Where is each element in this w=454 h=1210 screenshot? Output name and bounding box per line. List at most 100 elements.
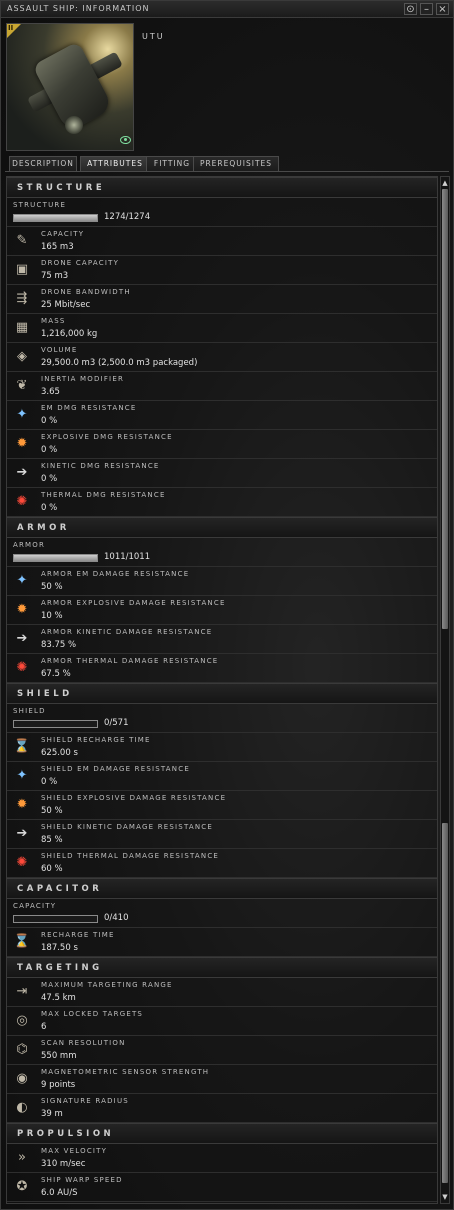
attribute-value: 67.5 % [41, 669, 71, 679]
explosive-resistance-icon: ✹ [16, 602, 28, 617]
attribute-label: MASS [41, 317, 66, 325]
em-resistance-icon: ✦ [16, 573, 28, 588]
attribute-row[interactable]: ◐ SIGNATURE RADIUS 39 m [7, 1094, 437, 1123]
attribute-row[interactable]: ❦ INERTIA MODIFIER 3.65 [7, 372, 437, 401]
attribute-row[interactable]: ➔ SHIELD KINETIC DAMAGE RESISTANCE 85 % [7, 820, 437, 849]
attribute-row[interactable]: ➔ KINETIC DMG RESISTANCE 0 % [7, 459, 437, 488]
attribute-value: 9 points [41, 1080, 76, 1090]
explosive-resistance-icon: ✹ [16, 797, 28, 812]
attribute-row[interactable]: ◉ MAGNETOMETRIC SENSOR STRENGTH 9 points [7, 1065, 437, 1094]
ship-engine-shape [65, 116, 83, 134]
attribute-value: 0 % [41, 474, 58, 484]
attribute-row[interactable]: ✎ CAPACITY 165 m3 [7, 227, 437, 256]
structure-bar-row: STRUCTURE 1274/1274 [7, 198, 437, 227]
attribute-row[interactable]: ➔ ARMOR KINETIC DAMAGE RESISTANCE 83.75 % [7, 625, 437, 654]
attribute-row[interactable]: ⌬ SCAN RESOLUTION 550 mm [7, 1036, 437, 1065]
attribute-label: KINETIC DMG RESISTANCE [41, 462, 160, 470]
thermal-resistance-icon: ✺ [16, 494, 28, 509]
mass-icon: ▦ [15, 320, 29, 335]
show-in-view-eye-icon[interactable] [120, 136, 131, 144]
minimize-button[interactable]: – [420, 3, 433, 15]
armor-bar-value: 1011/1011 [104, 552, 151, 562]
scroll-up-arrow-icon[interactable]: ▲ [441, 178, 449, 188]
attribute-label: SHIELD THERMAL DAMAGE RESISTANCE [41, 852, 220, 860]
attribute-row[interactable]: ✺ SHIELD THERMAL DAMAGE RESISTANCE 60 % [7, 849, 437, 878]
attribute-row[interactable]: ⌛ SHIELD RECHARGE TIME 625.00 s [7, 733, 437, 762]
attribute-row[interactable]: ⇥ MAXIMUM TARGETING RANGE 47.5 km [7, 978, 437, 1007]
attribute-label: SHIELD EXPLOSIVE DAMAGE RESISTANCE [41, 794, 227, 802]
attribute-value: 625.00 s [41, 748, 78, 758]
attribute-row[interactable]: » MAX VELOCITY 310 m/sec [7, 1144, 437, 1173]
attribute-row[interactable]: ✦ ARMOR EM DAMAGE RESISTANCE 50 % [7, 567, 437, 596]
attribute-value: 29,500.0 m3 (2,500.0 m3 packaged) [41, 358, 198, 368]
tab-prerequisites[interactable]: PREREQUISITES [193, 156, 279, 171]
attribute-label: THERMAL DMG RESISTANCE [41, 491, 166, 499]
section-header-structure[interactable]: STRUCTURE [7, 177, 437, 198]
attribute-value: 75 m3 [41, 271, 69, 281]
attribute-list[interactable]: STRUCTURE STRUCTURE 1274/1274 ✎ CAPACITY 165 … [6, 176, 438, 1204]
section-header-capacitor[interactable]: CAPACITOR [7, 878, 437, 899]
section-header-armor[interactable]: ARMOR [7, 517, 437, 538]
attribute-row[interactable]: ✹ EXPLOSIVE DMG RESISTANCE 0 % [7, 430, 437, 459]
attribute-row[interactable]: ▦ MASS 1,216,000 kg [7, 314, 437, 343]
attribute-row[interactable]: ✦ SHIELD EM DAMAGE RESISTANCE 0 % [7, 762, 437, 791]
attribute-label: DRONE CAPACITY [41, 259, 120, 267]
capacity-icon: ✎ [16, 233, 28, 248]
attribute-value: 0 % [41, 445, 58, 455]
close-button[interactable]: × [436, 3, 449, 15]
attribute-value: 39 m [41, 1109, 63, 1119]
explosive-resistance-icon: ✹ [16, 436, 28, 451]
attribute-row[interactable]: ◈ VOLUME 29,500.0 m3 (2,500.0 m3 packaged) [7, 343, 437, 372]
targeting-range-icon: ⇥ [16, 984, 28, 999]
attribute-value: 85 % [41, 835, 63, 845]
attribute-value: 50 % [41, 582, 63, 592]
kinetic-resistance-icon: ➔ [16, 465, 28, 480]
shield-bar-value: 0/571 [104, 718, 129, 728]
scroll-down-arrow-icon[interactable]: ▼ [441, 1192, 449, 1202]
structure-bar-fill [14, 215, 97, 221]
tab-fitting[interactable]: FITTING [146, 156, 198, 171]
attribute-label: INERTIA MODIFIER [41, 375, 125, 383]
structure-bar-label: STRUCTURE [13, 201, 67, 209]
attribute-row[interactable]: ▣ DRONE CAPACITY 75 m3 [7, 256, 437, 285]
attribute-row[interactable]: ✺ ARMOR THERMAL DAMAGE RESISTANCE 67.5 % [7, 654, 437, 683]
attribute-label: ARMOR KINETIC DAMAGE RESISTANCE [41, 628, 213, 636]
section-header-propulsion[interactable]: PROPULSION [7, 1123, 437, 1144]
capacitor-bar-label: CAPACITY [13, 902, 57, 910]
attribute-row[interactable]: ✪ SHIP WARP SPEED 6.0 AU/S [7, 1173, 437, 1202]
attribute-label: EXPLOSIVE DMG RESISTANCE [41, 433, 173, 441]
scan-resolution-icon: ⌬ [16, 1042, 28, 1057]
attribute-value: 0 % [41, 416, 58, 426]
section-header-targeting[interactable]: TARGETING [7, 957, 437, 978]
attribute-row[interactable]: ✦ EM DMG RESISTANCE 0 % [7, 401, 437, 430]
attribute-row[interactable]: ✹ SHIELD EXPLOSIVE DAMAGE RESISTANCE 50 % [7, 791, 437, 820]
armor-bar-label: ARMOR [13, 541, 46, 549]
attribute-label: DRONE BANDWIDTH [41, 288, 131, 296]
scrollbar[interactable]: ▲ ▼ [440, 176, 450, 1204]
section-label: STRUCTURE [17, 183, 106, 193]
title-bar[interactable]: ASSAULT SHIP: INFORMATION ⊙ – × [1, 1, 453, 18]
attribute-row[interactable]: ◎ MAX LOCKED TARGETS 6 [7, 1007, 437, 1036]
signature-radius-icon: ◐ [16, 1100, 28, 1115]
tab-description[interactable]: DESCRIPTION [9, 156, 77, 171]
kinetic-resistance-icon: ➔ [16, 631, 28, 646]
tab-attributes[interactable]: ATTRIBUTES [80, 156, 150, 172]
attribute-value: 60 % [41, 864, 63, 874]
scrollbar-thumb[interactable] [442, 189, 448, 629]
thermal-resistance-icon: ✺ [16, 660, 28, 675]
attribute-row[interactable]: ✺ THERMAL DMG RESISTANCE 0 % [7, 488, 437, 517]
velocity-icon: » [18, 1150, 26, 1165]
section-label: CAPACITOR [17, 884, 103, 894]
attribute-value: 6 [41, 1022, 47, 1032]
attribute-label: MAGNETOMETRIC SENSOR STRENGTH [41, 1068, 210, 1076]
attribute-row[interactable]: ⇶ DRONE BANDWIDTH 25 Mbit/sec [7, 285, 437, 314]
attribute-row[interactable]: ✹ ARMOR EXPLOSIVE DAMAGE RESISTANCE 10 % [7, 596, 437, 625]
shield-bar-track [13, 720, 98, 728]
options-button[interactable]: ⊙ [404, 3, 417, 15]
attribute-row[interactable]: ⌛ RECHARGE TIME 187.50 s [7, 928, 437, 957]
locked-targets-icon: ◎ [16, 1013, 28, 1028]
capacitor-bar-value: 0/410 [104, 913, 129, 923]
ship-name: UTU [142, 32, 165, 41]
section-header-shield[interactable]: SHIELD [7, 683, 437, 704]
scrollbar-thumb-lower[interactable] [442, 823, 448, 1183]
